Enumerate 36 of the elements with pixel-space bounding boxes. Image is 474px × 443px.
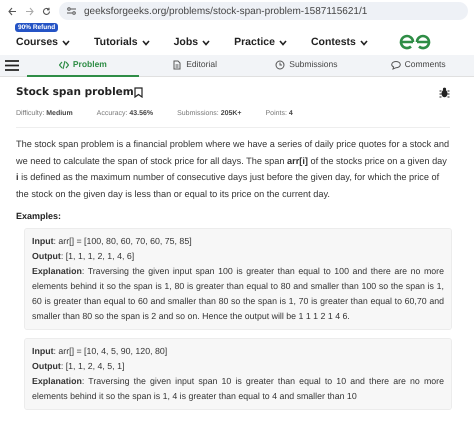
- chevron-down-icon: [62, 40, 70, 46]
- nav-menu-item[interactable]: Practice: [234, 34, 287, 50]
- menu-icon[interactable]: [5, 60, 19, 71]
- nav-menu-item[interactable]: Jobs: [174, 34, 210, 50]
- nav-menu-item[interactable]: Contests: [310, 34, 368, 50]
- url-text: geeksforgeeks.org/problems/stock-span-problem-1587115621/1: [84, 4, 368, 18]
- example-text: Output: [1, 1, 1, 2, 1, 4, 6]: [32, 250, 136, 263]
- tab[interactable]: Comments: [362, 54, 474, 76]
- tab[interactable]: Problem: [27, 54, 139, 76]
- problem-title: Stock span problem: [16, 85, 134, 100]
- chevron-down-icon: [142, 40, 150, 46]
- bug-icon[interactable]: [439, 87, 450, 98]
- problem-description: The stock span problem is a financial problem where we have a series of daily price quotes for a stock and we need to calculate the span of stock price for all days. The span arr[i] of the stocks price on a given day i is defined as the maximum number of consecutive days just before the given day, for which the price of the stock on the given day is less than or equal to its price on the current day.: [16, 138, 450, 201]
- tab[interactable]: Submissions: [250, 54, 362, 76]
- nav-menu-item[interactable]: Tutorials: [94, 34, 150, 50]
- chevron-down-icon: [278, 40, 287, 46]
- example-text: Explanation: Traversing the given input span 100 is greater than equal to 100 and there are no more elements behind it so the span is 1, 80 is greater than equal to 80 and smaller than 100 so the span is 1, 60 is greater than equal to 60 and smaller than 80 so the span is 1, 70 is greater than equal to 60,70 and smaller than 80 so the span is 2 and so on. Hence the output will be 1 1 1 2 1 4 6.: [32, 264, 444, 323]
- example-text: Explanation: Traversing the given input span 10 is greater than equal to 10 and there are no more elements behind it so the span is 1, 4 is greater than equal to 4 and smaller than 10: [32, 374, 444, 403]
- example-text: Input: arr[] = [10, 4, 5, 90, 120, 80]: [32, 344, 168, 358]
- clock-icon: [275, 60, 286, 70]
- chat-icon: [390, 60, 401, 70]
- section-heading: Examples:: [16, 210, 62, 224]
- example-text: Output: [1, 1, 2, 4, 5, 1]: [32, 360, 126, 373]
- address-bar[interactable]: geeksforgeeks.org/problems/stock-span-problem-1587115621/1: [59, 2, 468, 20]
- chevron-down-icon: [360, 40, 368, 46]
- document-icon: [172, 60, 182, 70]
- chevron-down-icon: [202, 40, 210, 46]
- example-text: Input: arr[] = [100, 80, 60, 70, 60, 75, 85]: [32, 234, 193, 248]
- tab[interactable]: Editorial: [138, 54, 250, 76]
- nav-menu-item[interactable]: Courses: [16, 34, 70, 50]
- bookmark-icon[interactable]: [134, 87, 143, 98]
- logo[interactable]: [398, 34, 432, 50]
- reload-icon[interactable]: [42, 6, 51, 16]
- back-icon[interactable]: [8, 6, 17, 16]
- code-icon: [58, 60, 69, 70]
- site-settings-icon[interactable]: [67, 7, 76, 15]
